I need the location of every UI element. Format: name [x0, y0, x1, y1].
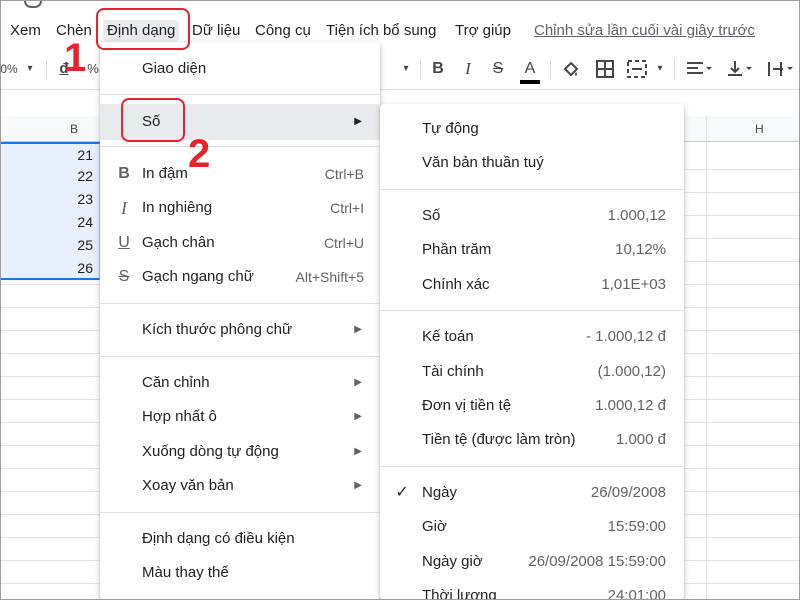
- number-format-plain-text[interactable]: Văn bản thuần tuý: [380, 147, 684, 179]
- column-header-b[interactable]: B: [70, 122, 78, 136]
- borders-icon[interactable]: [594, 58, 616, 80]
- vertical-align-icon[interactable]: [724, 58, 754, 80]
- bold-icon[interactable]: B: [428, 58, 448, 80]
- format-menu-item-merge-cells[interactable]: Hợp nhất ô ▶: [100, 401, 380, 433]
- number-format-datetime[interactable]: Ngày giờ 26/09/2008 15:59:00: [380, 546, 684, 578]
- cell-b[interactable]: 26: [0, 257, 100, 280]
- bold-icon: B: [118, 165, 130, 182]
- annotation-step-number: 1: [64, 36, 87, 80]
- merge-cells-icon[interactable]: [626, 58, 648, 80]
- number-format-submenu: Tự động Văn bản thuần tuý Số 1.000,12 Ph…: [380, 104, 684, 600]
- toolbar-divider: [674, 60, 675, 80]
- format-menu-item-text-rotation[interactable]: Xoay văn bản ▶: [100, 470, 380, 502]
- horizontal-align-icon[interactable]: [684, 58, 714, 80]
- underline-icon: U: [118, 234, 130, 251]
- text-color-icon[interactable]: A: [518, 58, 542, 84]
- number-format-automatic[interactable]: Tự động: [380, 113, 684, 145]
- cell-b[interactable]: 21: [0, 142, 100, 165]
- format-menu-item-underline[interactable]: U Gạch chân Ctrl+U: [100, 227, 380, 259]
- strikethrough-icon[interactable]: S: [488, 58, 508, 80]
- cell-b[interactable]: 24: [0, 211, 100, 234]
- toolbar-divider: [550, 60, 551, 80]
- toolbar-divider: [420, 60, 421, 80]
- menu-addons[interactable]: Tiện ích bổ sung: [326, 20, 436, 42]
- submenu-arrow-icon: ▶: [354, 377, 362, 388]
- menu-data[interactable]: Dữ liệu: [192, 20, 240, 42]
- italic-icon[interactable]: I: [458, 58, 478, 80]
- menu-divider: [380, 310, 684, 311]
- toolbar-divider: [46, 60, 47, 80]
- last-edit-link[interactable]: Chỉnh sửa lần cuối vài giây trước: [534, 20, 755, 42]
- number-format-time[interactable]: Giờ 15:59:00: [380, 511, 684, 543]
- column-header-h[interactable]: H: [755, 122, 764, 136]
- strikethrough-icon: S: [118, 268, 130, 285]
- menu-divider: [380, 189, 684, 190]
- submenu-arrow-icon: ▶: [354, 411, 362, 422]
- format-menu-item-conditional-formatting[interactable]: Định dạng có điều kiện: [100, 523, 380, 555]
- chevron-down-icon[interactable]: ▾: [652, 58, 668, 80]
- menu-view[interactable]: Xem: [10, 20, 41, 42]
- number-format-scientific[interactable]: Chính xác 1,01E+03: [380, 269, 684, 301]
- menu-divider: [100, 303, 380, 304]
- submenu-arrow-icon: ▶: [354, 116, 362, 127]
- format-menu-item-font-size[interactable]: Kích thước phông chữ ▶: [100, 314, 380, 346]
- format-menu-item-italic[interactable]: I In nghiêng Ctrl+I: [100, 192, 380, 224]
- number-format-duration[interactable]: Thời lượng 24:01:00: [380, 580, 684, 600]
- percent-format-button[interactable]: %: [86, 58, 100, 80]
- submenu-arrow-icon: ▶: [354, 324, 362, 335]
- cloud-saved-icon: [24, 0, 42, 8]
- menu-tools[interactable]: Công cụ: [255, 20, 311, 42]
- fill-color-icon[interactable]: [560, 58, 582, 80]
- cell-b[interactable]: 23: [0, 188, 100, 211]
- menu-divider: [100, 94, 380, 95]
- menu-divider: [100, 356, 380, 357]
- menu-divider: [100, 512, 380, 513]
- number-format-currency[interactable]: Đơn vị tiền tệ 1.000,12 đ: [380, 390, 684, 422]
- number-format-accounting[interactable]: Kế toán - 1.000,12 đ: [380, 321, 684, 353]
- chevron-down-icon[interactable]: ▾: [398, 58, 414, 80]
- format-menu-item-bold[interactable]: B In đậm Ctrl+B: [100, 158, 380, 190]
- annotation-highlight-format-menu: [96, 8, 190, 50]
- number-format-financial[interactable]: Tài chính (1.000,12): [380, 356, 684, 388]
- menu-divider: [100, 146, 380, 147]
- checkmark-icon: ✓: [395, 484, 409, 501]
- format-menu-item-align[interactable]: Căn chỉnh ▶: [100, 367, 380, 399]
- format-menu-item-text-wrap[interactable]: Xuống dòng tự động ▶: [100, 436, 380, 468]
- menu-divider: [380, 466, 684, 467]
- format-menu-item-strikethrough[interactable]: S Gạch ngang chữ Alt+Shift+5: [100, 261, 380, 293]
- menu-help[interactable]: Trợ giúp: [455, 20, 511, 42]
- number-format-number[interactable]: Số 1.000,12: [380, 200, 684, 232]
- annotation-step-number: 2: [188, 132, 211, 176]
- italic-icon: I: [121, 198, 127, 218]
- format-menu-item-alternating-colors[interactable]: Màu thay thế: [100, 557, 380, 589]
- zoom-select[interactable]: 0%: [0, 58, 18, 80]
- submenu-arrow-icon: ▶: [354, 446, 362, 457]
- submenu-arrow-icon: ▶: [354, 480, 362, 491]
- format-menu-item-theme[interactable]: Giao diện: [100, 53, 380, 85]
- cell-b[interactable]: 25: [0, 234, 100, 257]
- chevron-down-icon[interactable]: ▾: [22, 58, 38, 80]
- text-wrap-icon[interactable]: [766, 58, 796, 80]
- number-format-currency-rounded[interactable]: Tiền tệ (được làm tròn) 1.000 đ: [380, 424, 684, 456]
- annotation-highlight-number-item: [121, 98, 185, 142]
- number-format-percent[interactable]: Phần trăm 10,12%: [380, 234, 684, 266]
- number-format-date[interactable]: ✓ Ngày 26/09/2008: [380, 477, 684, 509]
- cell-b[interactable]: 22: [0, 165, 100, 188]
